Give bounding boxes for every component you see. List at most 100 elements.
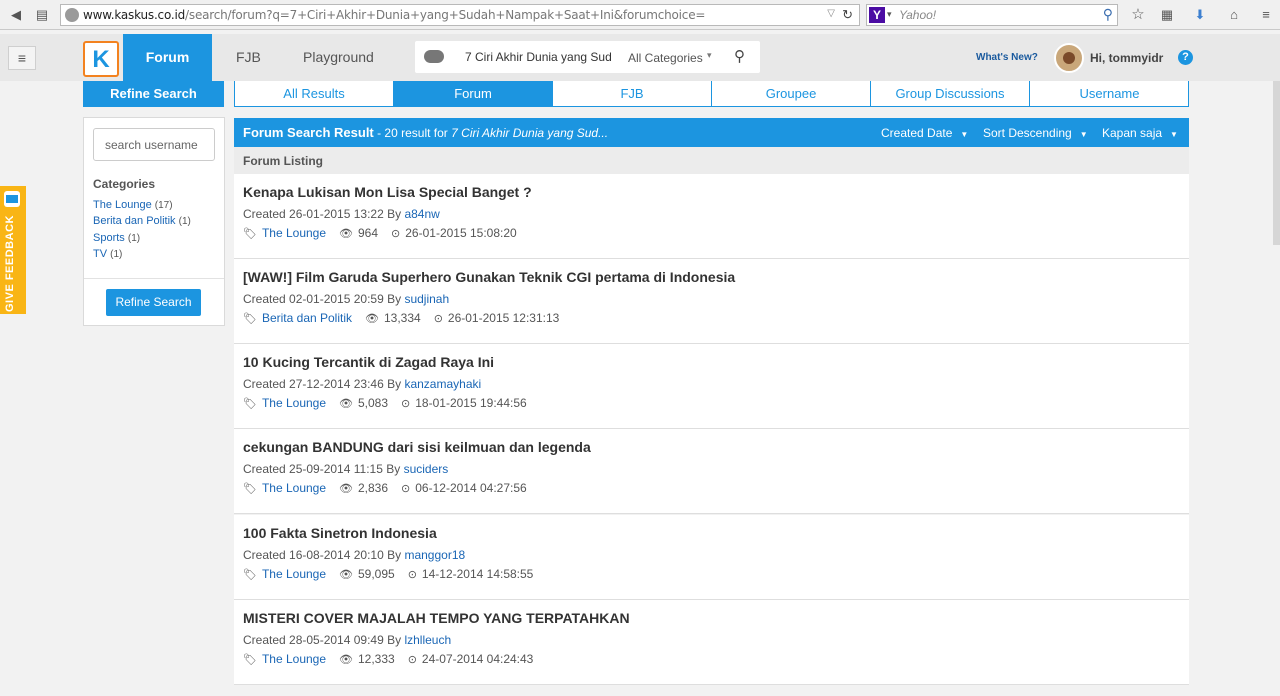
search-icon[interactable]: ⚲	[734, 47, 745, 65]
avatar[interactable]	[1054, 43, 1084, 73]
header-search: 7 Ciri Akhir Dunia yang Sud All Categori…	[415, 41, 760, 73]
whats-new-link[interactable]: What's New?	[976, 52, 1038, 63]
thread-category[interactable]: The Lounge	[262, 652, 326, 666]
thread-title[interactable]: 10 Kucing Tercantik di Zagad Raya Ini	[243, 354, 494, 370]
header-search-input[interactable]: 7 Ciri Akhir Dunia yang Sud	[465, 50, 612, 64]
clock-icon: ⊙	[407, 654, 417, 666]
url-text: www.kaskus.co.id/search/forum?q=7+Ciri+A…	[83, 8, 706, 22]
chevron-down-icon[interactable]: ▾	[707, 50, 712, 61]
category-item[interactable]: Berita dan Politik (1)	[93, 213, 191, 229]
thread-item: 10 Kucing Tercantik di Zagad Raya Ini Cr…	[234, 344, 1189, 429]
thread-category[interactable]: The Lounge	[262, 396, 326, 410]
thread-stats: 🏷 The Lounge 👁 5,083 ⊙ 18-01-2015 19:44:56	[243, 396, 527, 410]
browser-toolbar: ◀ ▤ www.kaskus.co.id/search/forum?q=7+Ci…	[0, 0, 1280, 30]
scrollbar[interactable]	[1273, 81, 1280, 245]
tab-fjb[interactable]: FJB	[553, 81, 712, 106]
category-item[interactable]: The Lounge (17)	[93, 197, 191, 213]
tab-group-discussions[interactable]: Group Discussions	[871, 81, 1030, 106]
thread-stats: 🏷 The Lounge 👁 12,333 ⊙ 24-07-2014 04:24:43	[243, 652, 534, 666]
thread-author[interactable]: sudjinah	[404, 292, 449, 306]
result-tabs: All Results Forum FJB Groupee Group Disc…	[234, 81, 1189, 107]
nav-fjb[interactable]: FJB	[236, 34, 261, 81]
results-title: Forum Search Result - 20 result for 7 Ci…	[243, 125, 609, 140]
thread-meta: Created 27-12-2014 23:46 By kanzamayhaki	[243, 377, 482, 391]
username-search-input[interactable]: search username	[93, 128, 215, 161]
bookmark-star-icon[interactable]: ☆	[1130, 7, 1146, 23]
address-bar[interactable]: www.kaskus.co.id/search/forum?q=7+Ciri+A…	[60, 4, 860, 26]
thread-meta: Created 02-01-2015 20:59 By sudjinah	[243, 292, 450, 306]
reload-icon[interactable]: ↻	[842, 7, 853, 23]
feedback-label: GIVE FEEDBACK	[4, 215, 16, 312]
thread-title[interactable]: MISTERI COVER MAJALAH TEMPO YANG TERPATA…	[243, 610, 630, 626]
yahoo-icon[interactable]: Y	[869, 7, 885, 23]
thread-item: Kenapa Lukisan Mon Lisa Special Banget ?…	[234, 174, 1189, 259]
tab-list-icon[interactable]: ▤	[34, 7, 50, 23]
thread-author[interactable]: suciders	[404, 462, 449, 476]
thread-meta: Created 28-05-2014 09:49 By lzhlleuch	[243, 633, 452, 647]
browser-search-placeholder: Yahoo!	[899, 8, 937, 22]
divider	[84, 278, 224, 279]
category-list: The Lounge (17) Berita dan Politik (1) S…	[93, 197, 191, 263]
thread-category[interactable]: The Lounge	[262, 226, 326, 240]
tag-icon: 🏷	[243, 228, 257, 240]
eye-icon: 👁	[339, 228, 353, 240]
clock-icon: ⊙	[401, 483, 411, 495]
category-select[interactable]: All Categories	[628, 51, 703, 65]
tag-icon: 🏷	[243, 483, 257, 495]
site-header: ≡ K Forum FJB Playground 7 Ciri Akhir Du…	[0, 34, 1280, 81]
thread-meta: Created 26-01-2015 13:22 By a84nw	[243, 207, 440, 221]
thread-title[interactable]: 100 Fakta Sinetron Indonesia	[243, 525, 437, 541]
thread-title[interactable]: cekungan BANDUNG dari sisi keilmuan dan …	[243, 439, 591, 455]
thread-author[interactable]: manggor18	[404, 548, 465, 562]
tab-forum[interactable]: Forum	[394, 81, 553, 106]
user-greeting[interactable]: Hi, tommyidr	[1090, 51, 1163, 65]
thread-meta: Created 16-08-2014 20:10 By manggor18	[243, 548, 466, 562]
tab-groupee[interactable]: Groupee	[712, 81, 871, 106]
browser-search-box[interactable]: Y ▾ Yahoo! ⚲	[866, 4, 1118, 26]
refine-search-button[interactable]: Refine Search	[106, 289, 201, 316]
thread-item: MISTERI COVER MAJALAH TEMPO YANG TERPATA…	[234, 600, 1189, 685]
engine-caret-icon[interactable]: ▾	[887, 9, 892, 20]
thread-title[interactable]: Kenapa Lukisan Mon Lisa Special Banget ?	[243, 184, 532, 200]
download-icon[interactable]: ⬇	[1192, 7, 1208, 23]
sort-order-dropdown[interactable]: Sort Descending ▼	[983, 126, 1088, 140]
tag-icon: 🏷	[243, 313, 257, 325]
thread-item: cekungan BANDUNG dari sisi keilmuan dan …	[234, 429, 1189, 514]
hamburger-menu-icon[interactable]: ≡	[8, 46, 36, 70]
thread-title[interactable]: [WAW!] Film Garuda Superhero Gunakan Tek…	[243, 269, 735, 285]
results-header: Forum Search Result - 20 result for 7 Ci…	[234, 118, 1189, 147]
thread-category[interactable]: The Lounge	[262, 567, 326, 581]
thread-author[interactable]: a84nw	[404, 207, 439, 221]
eye-icon: 👁	[339, 483, 353, 495]
thread-item: [WAW!] Film Garuda Superhero Gunakan Tek…	[234, 259, 1189, 344]
category-item[interactable]: TV (1)	[93, 246, 191, 262]
category-item[interactable]: Sports (1)	[93, 230, 191, 246]
time-filter-dropdown[interactable]: Kapan saja ▼	[1102, 126, 1178, 140]
chat-icon	[424, 50, 444, 63]
categories-title: Categories	[93, 177, 156, 191]
thread-meta: Created 25-09-2014 11:15 By suciders	[243, 462, 449, 476]
thread-category[interactable]: The Lounge	[262, 481, 326, 495]
thread-category[interactable]: Berita dan Politik	[262, 311, 352, 325]
nav-playground[interactable]: Playground	[303, 34, 374, 81]
bookmarks-list-icon[interactable]: ▦	[1159, 7, 1175, 23]
help-icon[interactable]: ?	[1178, 50, 1193, 65]
thread-author[interactable]: kanzamayhaki	[404, 377, 481, 391]
tab-username[interactable]: Username	[1030, 81, 1189, 106]
menu-icon[interactable]: ≡	[1258, 7, 1274, 23]
kaskus-logo[interactable]: K	[83, 41, 119, 77]
tab-all-results[interactable]: All Results	[235, 81, 394, 106]
url-dropdown-icon[interactable]: ▽	[827, 8, 835, 19]
eye-icon: 👁	[365, 313, 379, 325]
search-icon[interactable]: ⚲	[1103, 6, 1113, 23]
back-icon[interactable]: ◀	[8, 7, 24, 23]
thread-stats: 🏷 The Lounge 👁 59,095 ⊙ 14-12-2014 14:58:55	[243, 567, 534, 581]
refine-search-title: Refine Search	[83, 81, 224, 107]
thread-author[interactable]: lzhlleuch	[404, 633, 451, 647]
home-icon[interactable]: ⌂	[1226, 7, 1242, 23]
give-feedback-tab[interactable]: GIVE FEEDBACK	[0, 186, 26, 314]
nav-forum[interactable]: Forum	[123, 34, 212, 81]
sort-field-dropdown[interactable]: Created Date ▼	[881, 126, 968, 140]
clock-icon: ⊙	[401, 398, 411, 410]
clock-icon: ⊙	[391, 228, 401, 240]
